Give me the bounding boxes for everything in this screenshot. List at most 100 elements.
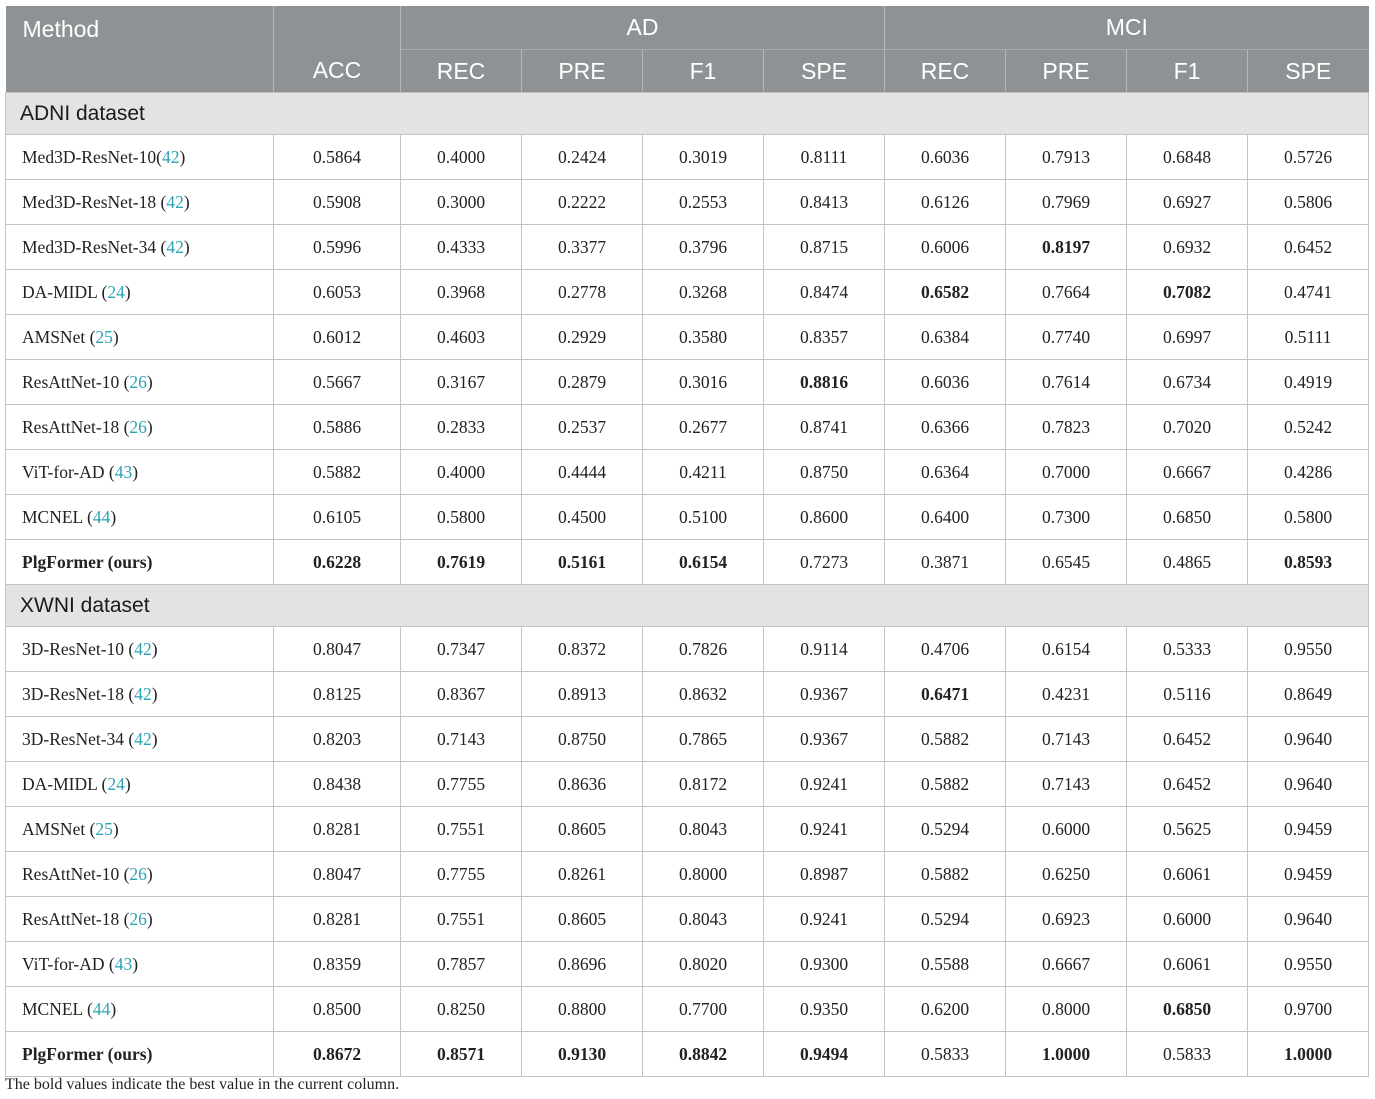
value-cell: 0.6000 (1126, 896, 1249, 942)
value-cell: 0.7143 (400, 716, 522, 762)
value-cell: 0.9241 (762, 806, 886, 852)
method-name: ResAttNet-10 ( (22, 371, 130, 392)
value-cell: 0.7857 (400, 941, 522, 987)
citation-close-paren: ) (110, 506, 117, 527)
mci-rec-header: REC (884, 49, 1007, 93)
citation-link[interactable]: 25 (95, 327, 113, 347)
method-name-cell: ResAttNet-10 (26) (5, 359, 274, 405)
value-cell: 0.4706 (884, 626, 1007, 672)
value-cell: 0.3580 (642, 314, 764, 360)
citation-link[interactable]: 24 (107, 774, 125, 794)
value-cell: 0.7082 (1126, 269, 1249, 315)
value-cell: 0.8043 (642, 896, 764, 942)
citation-link[interactable]: 42 (134, 684, 152, 704)
citation-link[interactable]: 26 (129, 372, 147, 392)
method-name-cell: ResAttNet-10 (26) (5, 851, 274, 897)
value-cell: 0.2222 (521, 179, 643, 225)
citation-close-paren: ) (132, 461, 139, 482)
citation-close-paren: ) (146, 863, 153, 884)
value-cell: 0.3968 (400, 269, 522, 315)
value-cell: 0.7969 (1005, 179, 1128, 225)
value-cell: 0.6471 (884, 671, 1007, 717)
value-cell: 0.8203 (273, 716, 401, 762)
value-cell: 0.6105 (273, 494, 401, 540)
value-cell: 0.8741 (762, 404, 886, 450)
citation-close-paren: ) (179, 146, 186, 167)
value-cell: 0.4286 (1247, 449, 1370, 495)
value-cell: 0.9700 (1247, 986, 1370, 1032)
value-cell: 0.9367 (762, 716, 886, 762)
method-name: ResAttNet-10 ( (22, 863, 130, 884)
value-cell: 0.8600 (762, 494, 886, 540)
method-name: Med3D-ResNet-34 ( (22, 236, 167, 257)
citation-close-paren: ) (183, 236, 190, 257)
value-cell: 0.8367 (400, 671, 522, 717)
value-cell: 0.8672 (273, 1031, 401, 1077)
table-row: ViT-for-AD (43) 0.8359 0.7857 0.8696 0.8020 0… (5, 941, 1370, 987)
value-cell: 0.7700 (642, 986, 764, 1032)
value-cell: 0.5833 (884, 1031, 1007, 1077)
value-cell: 0.3871 (884, 539, 1007, 585)
citation-link[interactable]: 42 (166, 237, 184, 257)
value-cell: 0.6850 (1126, 986, 1249, 1032)
value-cell: 0.6012 (273, 314, 401, 360)
citation-link[interactable]: 26 (129, 909, 147, 929)
value-cell: 0.6927 (1126, 179, 1249, 225)
value-cell: 0.7664 (1005, 269, 1128, 315)
value-cell: 0.6667 (1005, 941, 1128, 987)
citation-close-paren: ) (151, 683, 158, 704)
value-cell: 0.7300 (1005, 494, 1128, 540)
value-cell: 0.9494 (762, 1031, 886, 1077)
citation-link[interactable]: 43 (115, 954, 133, 974)
value-cell: 0.8913 (521, 671, 643, 717)
method-name: Med3D-ResNet-18 ( (22, 191, 167, 212)
method-name: AMSNet ( (22, 326, 96, 347)
value-cell: 0.6923 (1005, 896, 1128, 942)
citation-link[interactable]: 44 (93, 507, 111, 527)
value-cell: 0.5800 (400, 494, 522, 540)
value-cell: 0.6006 (884, 224, 1007, 270)
value-cell: 0.2424 (521, 134, 643, 180)
value-cell: 0.8715 (762, 224, 886, 270)
value-cell: 0.8413 (762, 179, 886, 225)
citation-link[interactable]: 43 (115, 462, 133, 482)
ad-rec-header: REC (400, 49, 522, 93)
method-name: 3D-ResNet-34 ( (22, 728, 135, 749)
citation-link[interactable]: 42 (134, 729, 152, 749)
value-cell: 0.4603 (400, 314, 522, 360)
value-cell: 0.5864 (273, 134, 401, 180)
value-cell: 0.2778 (521, 269, 643, 315)
method-name: ViT-for-AD ( (22, 461, 115, 482)
method-name-cell: 3D-ResNet-18 (42) (5, 671, 274, 717)
citation-link[interactable]: 42 (162, 147, 180, 167)
value-cell: 0.9350 (762, 986, 886, 1032)
citation-link[interactable]: 26 (129, 417, 147, 437)
table-row: MCNEL (44) 0.6105 0.5800 0.4500 0.5100 0.8600… (5, 494, 1370, 540)
value-cell: 0.6932 (1126, 224, 1249, 270)
citation-link[interactable]: 44 (93, 999, 111, 1019)
table-row: DA-MIDL (24) 0.8438 0.7755 0.8636 0.8172 0.92… (5, 761, 1370, 807)
method-name-cell: AMSNet (25) (5, 806, 274, 852)
value-cell: 0.9459 (1247, 851, 1370, 897)
value-cell: 0.2879 (521, 359, 643, 405)
value-cell: 0.5588 (884, 941, 1007, 987)
citation-link[interactable]: 24 (107, 282, 125, 302)
value-cell: 1.0000 (1005, 1031, 1128, 1077)
value-cell: 0.8800 (521, 986, 643, 1032)
citation-link[interactable]: 26 (129, 864, 147, 884)
value-cell: 0.8636 (521, 761, 643, 807)
value-cell: 0.6452 (1126, 716, 1249, 762)
citation-link[interactable]: 25 (95, 819, 113, 839)
value-cell: 0.5726 (1247, 134, 1370, 180)
method-name: PlgFormer (ours) (22, 1043, 153, 1064)
value-cell: 0.4000 (400, 449, 522, 495)
value-cell: 0.8000 (1005, 986, 1128, 1032)
value-cell: 0.5294 (884, 896, 1007, 942)
citation-link[interactable]: 42 (166, 192, 184, 212)
value-cell: 0.8842 (642, 1031, 764, 1077)
citation-link[interactable]: 42 (134, 639, 152, 659)
value-cell: 0.8261 (521, 851, 643, 897)
section-title: XWNI dataset (4, 584, 1370, 627)
value-cell: 0.4500 (521, 494, 643, 540)
value-cell: 0.5882 (884, 716, 1007, 762)
